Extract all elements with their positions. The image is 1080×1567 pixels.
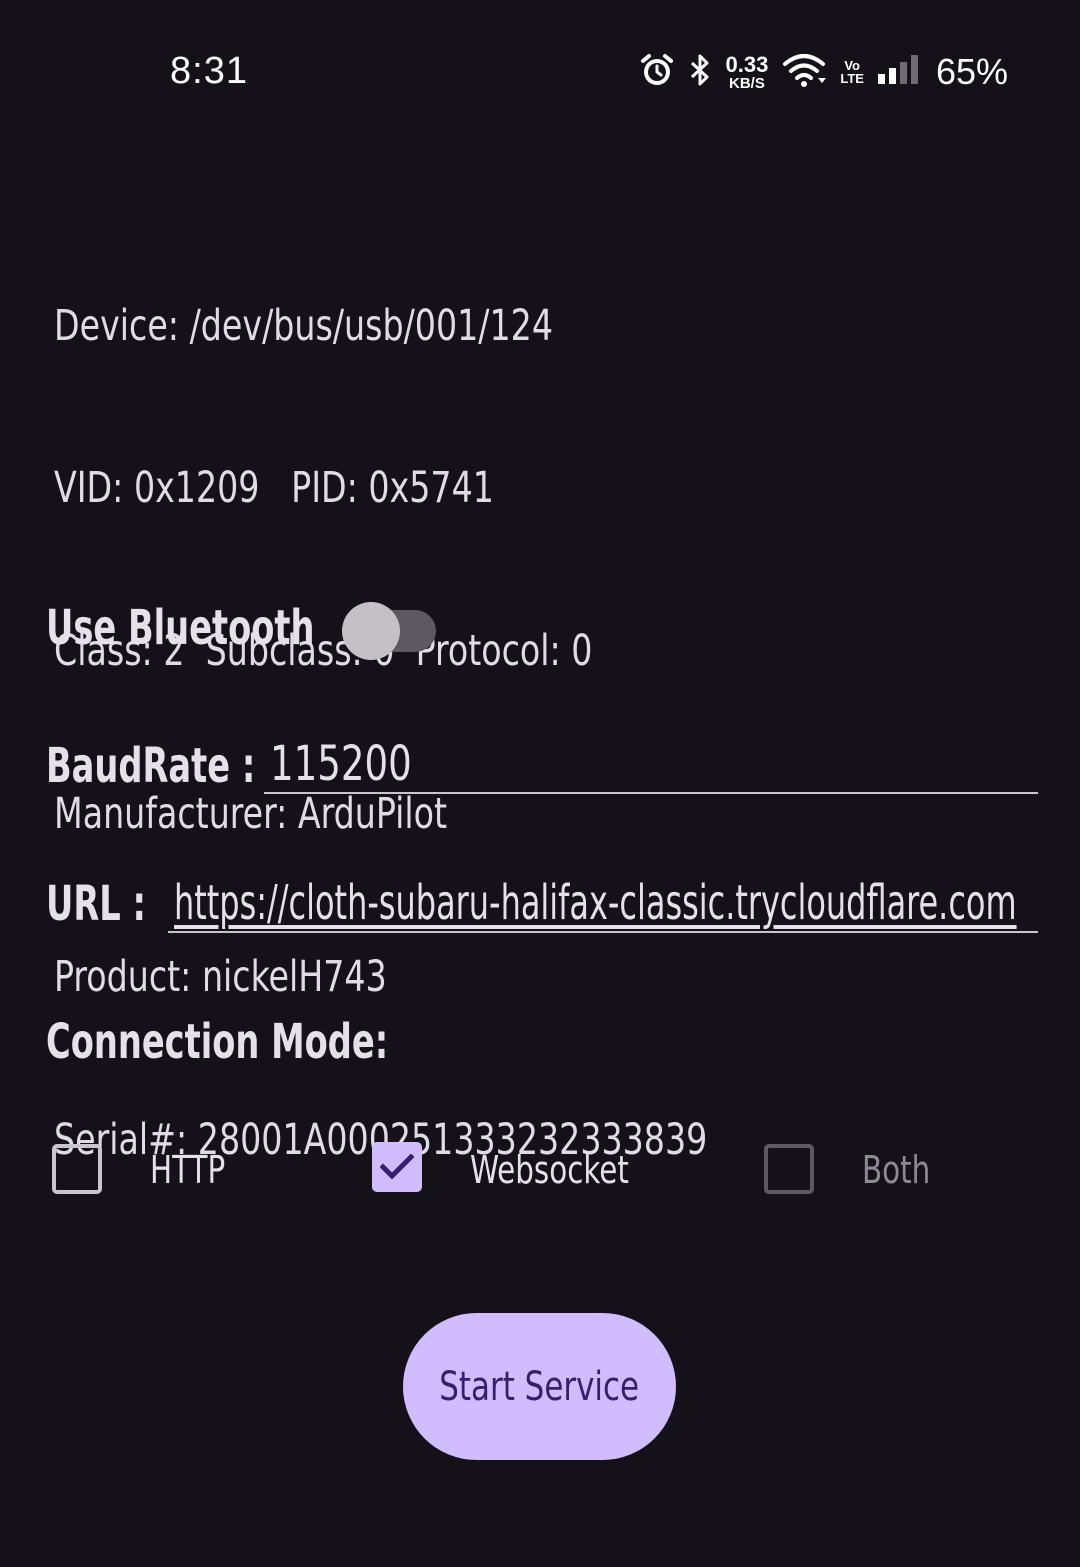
websocket-label: Websocket [470,1148,629,1192]
baud-rate-value: 115200 [270,736,412,792]
url-value: https://cloth-subaru-halifax-classic.try… [174,876,1017,931]
status-bar: 8:31 0.33 KB/S Vo LTE 65% [0,0,1080,140]
http-checkbox[interactable] [52,1144,102,1194]
start-service-label: Start Service [439,1363,640,1410]
device-path: Device: /dev/bus/usb/001/124 [54,300,554,351]
device-ids: VID: 0x1209 PID: 0x5741 [54,463,494,514]
http-label: HTTP [150,1148,226,1192]
alarm-icon [640,53,674,92]
switch-thumb [342,602,400,660]
url-label: URL : [46,876,146,932]
start-service-button[interactable]: Start Service [403,1313,676,1460]
network-speed: 0.33 KB/S [725,51,769,92]
device-manufacturer: Manufacturer: ArduPilot [54,789,448,840]
network-speed-value: 0.33 [725,51,769,77]
volte-bottom: LTE [840,71,864,86]
volte-icon: Vo LTE [840,59,864,85]
cell-signal-icon [877,54,922,91]
status-time: 8:31 [170,50,248,92]
wifi-icon [782,52,827,93]
device-product: Product: nickelH743 [54,952,387,1003]
both-label: Both [862,1148,931,1192]
baud-rate-label: BaudRate : [46,738,256,794]
url-input[interactable]: https://cloth-subaru-halifax-classic.try… [168,876,1038,933]
network-speed-unit: KB/S [729,74,765,92]
both-checkbox[interactable] [764,1144,814,1194]
status-icons: 0.33 KB/S Vo LTE 65% [640,48,1008,96]
bluetooth-label: Use Bluetooth [46,600,315,656]
websocket-checkbox[interactable] [372,1142,422,1192]
baud-rate-input[interactable]: 115200 [264,736,1038,794]
bluetooth-switch[interactable] [340,600,438,662]
battery-level: 65% [935,51,1008,92]
connection-mode-label: Connection Mode: [46,1014,389,1070]
bluetooth-icon [688,53,712,92]
checkmark-icon [380,1154,414,1180]
